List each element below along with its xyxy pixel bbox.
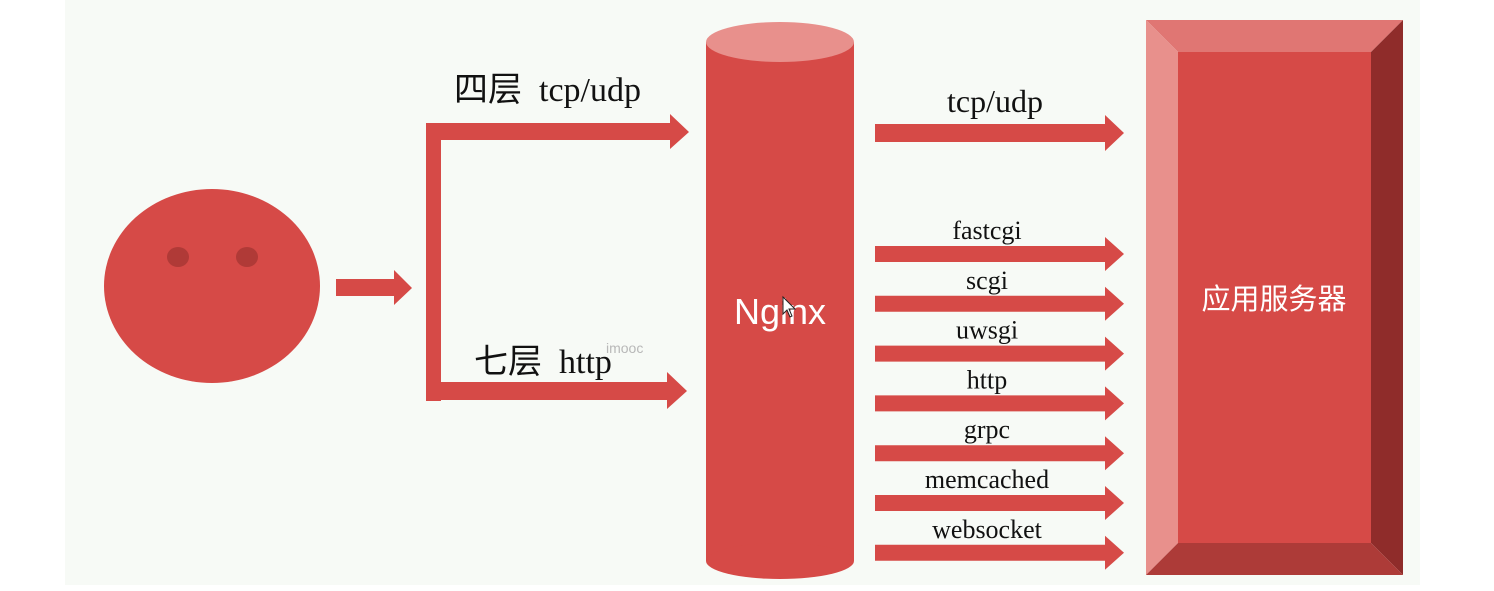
layer7-label: 七层 http (474, 344, 612, 381)
protocol-label-websocket: websocket (932, 515, 1043, 544)
watermark: imooc (606, 340, 643, 356)
protocol-label-http: http (967, 365, 1007, 394)
nginx-label: Nginx (734, 291, 826, 332)
layer4-label: 四层 tcp/udp (454, 72, 641, 109)
protocol-label-scgi: scgi (966, 266, 1008, 295)
protocol-label-memcached: memcached (925, 465, 1049, 494)
app-server-label: 应用服务器 (1201, 283, 1346, 316)
backend-tcp-label: tcp/udp (947, 83, 1043, 119)
diagram-canvas: 四层 tcp/udp 七层 http imooc Nginx tcp/udp f… (0, 0, 1494, 591)
protocol-label-fastcgi: fastcgi (952, 216, 1021, 245)
client-face-icon (104, 189, 320, 383)
protocol-label-grpc: grpc (964, 415, 1010, 444)
protocol-label-uwsgi: uwsgi (956, 316, 1018, 345)
